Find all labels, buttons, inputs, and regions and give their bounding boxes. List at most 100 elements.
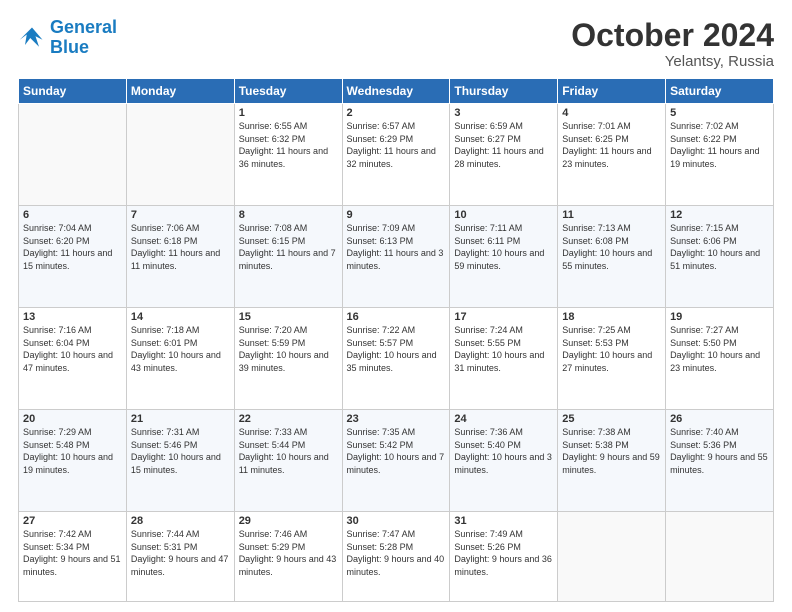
table-row: 27Sunrise: 7:42 AM Sunset: 5:34 PM Dayli… xyxy=(19,512,127,602)
day-number: 3 xyxy=(454,107,553,119)
day-info: Sunrise: 7:13 AM Sunset: 6:08 PM Dayligh… xyxy=(562,222,661,272)
day-number: 4 xyxy=(562,107,661,119)
day-info: Sunrise: 7:04 AM Sunset: 6:20 PM Dayligh… xyxy=(23,222,122,272)
day-number: 13 xyxy=(23,311,122,323)
table-row xyxy=(19,104,127,206)
table-row: 7Sunrise: 7:06 AM Sunset: 6:18 PM Daylig… xyxy=(126,206,234,308)
day-number: 30 xyxy=(347,515,446,527)
table-row: 25Sunrise: 7:38 AM Sunset: 5:38 PM Dayli… xyxy=(558,410,666,512)
table-row: 31Sunrise: 7:49 AM Sunset: 5:26 PM Dayli… xyxy=(450,512,558,602)
day-info: Sunrise: 6:59 AM Sunset: 6:27 PM Dayligh… xyxy=(454,120,553,170)
header: General Blue October 2024 Yelantsy, Russ… xyxy=(18,18,774,70)
day-number: 28 xyxy=(131,515,230,527)
table-row: 30Sunrise: 7:47 AM Sunset: 5:28 PM Dayli… xyxy=(342,512,450,602)
day-info: Sunrise: 7:22 AM Sunset: 5:57 PM Dayligh… xyxy=(347,324,446,374)
day-number: 15 xyxy=(239,311,338,323)
title-block: October 2024 Yelantsy, Russia xyxy=(571,18,774,70)
day-number: 17 xyxy=(454,311,553,323)
day-number: 16 xyxy=(347,311,446,323)
table-row: 3Sunrise: 6:59 AM Sunset: 6:27 PM Daylig… xyxy=(450,104,558,206)
col-wednesday: Wednesday xyxy=(342,79,450,104)
col-friday: Friday xyxy=(558,79,666,104)
day-number: 14 xyxy=(131,311,230,323)
day-info: Sunrise: 7:02 AM Sunset: 6:22 PM Dayligh… xyxy=(670,120,769,170)
day-number: 19 xyxy=(670,311,769,323)
col-saturday: Saturday xyxy=(666,79,774,104)
table-row: 1Sunrise: 6:55 AM Sunset: 6:32 PM Daylig… xyxy=(234,104,342,206)
table-row: 14Sunrise: 7:18 AM Sunset: 6:01 PM Dayli… xyxy=(126,308,234,410)
table-row: 6Sunrise: 7:04 AM Sunset: 6:20 PM Daylig… xyxy=(19,206,127,308)
table-row: 8Sunrise: 7:08 AM Sunset: 6:15 PM Daylig… xyxy=(234,206,342,308)
table-row: 16Sunrise: 7:22 AM Sunset: 5:57 PM Dayli… xyxy=(342,308,450,410)
table-row: 23Sunrise: 7:35 AM Sunset: 5:42 PM Dayli… xyxy=(342,410,450,512)
table-row: 28Sunrise: 7:44 AM Sunset: 5:31 PM Dayli… xyxy=(126,512,234,602)
table-row: 19Sunrise: 7:27 AM Sunset: 5:50 PM Dayli… xyxy=(666,308,774,410)
day-number: 5 xyxy=(670,107,769,119)
day-number: 1 xyxy=(239,107,338,119)
table-row: 18Sunrise: 7:25 AM Sunset: 5:53 PM Dayli… xyxy=(558,308,666,410)
table-row: 20Sunrise: 7:29 AM Sunset: 5:48 PM Dayli… xyxy=(19,410,127,512)
table-row: 9Sunrise: 7:09 AM Sunset: 6:13 PM Daylig… xyxy=(342,206,450,308)
day-number: 11 xyxy=(562,209,661,221)
day-info: Sunrise: 7:09 AM Sunset: 6:13 PM Dayligh… xyxy=(347,222,446,272)
table-row: 24Sunrise: 7:36 AM Sunset: 5:40 PM Dayli… xyxy=(450,410,558,512)
logo: General Blue xyxy=(18,18,117,58)
day-number: 22 xyxy=(239,413,338,425)
table-row: 15Sunrise: 7:20 AM Sunset: 5:59 PM Dayli… xyxy=(234,308,342,410)
page: General Blue October 2024 Yelantsy, Russ… xyxy=(0,0,792,612)
day-number: 24 xyxy=(454,413,553,425)
table-row: 10Sunrise: 7:11 AM Sunset: 6:11 PM Dayli… xyxy=(450,206,558,308)
table-row: 5Sunrise: 7:02 AM Sunset: 6:22 PM Daylig… xyxy=(666,104,774,206)
day-info: Sunrise: 7:15 AM Sunset: 6:06 PM Dayligh… xyxy=(670,222,769,272)
location: Yelantsy, Russia xyxy=(571,53,774,70)
day-number: 8 xyxy=(239,209,338,221)
table-row: 13Sunrise: 7:16 AM Sunset: 6:04 PM Dayli… xyxy=(19,308,127,410)
col-thursday: Thursday xyxy=(450,79,558,104)
day-info: Sunrise: 7:20 AM Sunset: 5:59 PM Dayligh… xyxy=(239,324,338,374)
day-info: Sunrise: 7:01 AM Sunset: 6:25 PM Dayligh… xyxy=(562,120,661,170)
day-number: 2 xyxy=(347,107,446,119)
table-row: 22Sunrise: 7:33 AM Sunset: 5:44 PM Dayli… xyxy=(234,410,342,512)
day-info: Sunrise: 7:16 AM Sunset: 6:04 PM Dayligh… xyxy=(23,324,122,374)
day-number: 31 xyxy=(454,515,553,527)
day-info: Sunrise: 7:35 AM Sunset: 5:42 PM Dayligh… xyxy=(347,426,446,476)
day-info: Sunrise: 7:42 AM Sunset: 5:34 PM Dayligh… xyxy=(23,528,122,578)
day-number: 10 xyxy=(454,209,553,221)
day-info: Sunrise: 7:06 AM Sunset: 6:18 PM Dayligh… xyxy=(131,222,230,272)
day-info: Sunrise: 7:11 AM Sunset: 6:11 PM Dayligh… xyxy=(454,222,553,272)
day-number: 21 xyxy=(131,413,230,425)
table-row xyxy=(666,512,774,602)
day-info: Sunrise: 7:38 AM Sunset: 5:38 PM Dayligh… xyxy=(562,426,661,476)
day-info: Sunrise: 6:57 AM Sunset: 6:29 PM Dayligh… xyxy=(347,120,446,170)
day-info: Sunrise: 7:27 AM Sunset: 5:50 PM Dayligh… xyxy=(670,324,769,374)
table-row: 11Sunrise: 7:13 AM Sunset: 6:08 PM Dayli… xyxy=(558,206,666,308)
table-row: 29Sunrise: 7:46 AM Sunset: 5:29 PM Dayli… xyxy=(234,512,342,602)
day-info: Sunrise: 7:29 AM Sunset: 5:48 PM Dayligh… xyxy=(23,426,122,476)
day-info: Sunrise: 7:40 AM Sunset: 5:36 PM Dayligh… xyxy=(670,426,769,476)
day-number: 23 xyxy=(347,413,446,425)
table-row: 2Sunrise: 6:57 AM Sunset: 6:29 PM Daylig… xyxy=(342,104,450,206)
day-number: 27 xyxy=(23,515,122,527)
day-info: Sunrise: 7:36 AM Sunset: 5:40 PM Dayligh… xyxy=(454,426,553,476)
day-number: 26 xyxy=(670,413,769,425)
day-info: Sunrise: 7:47 AM Sunset: 5:28 PM Dayligh… xyxy=(347,528,446,578)
day-info: Sunrise: 6:55 AM Sunset: 6:32 PM Dayligh… xyxy=(239,120,338,170)
col-monday: Monday xyxy=(126,79,234,104)
calendar-table: Sunday Monday Tuesday Wednesday Thursday… xyxy=(18,78,774,602)
table-row xyxy=(558,512,666,602)
table-row xyxy=(126,104,234,206)
day-info: Sunrise: 7:18 AM Sunset: 6:01 PM Dayligh… xyxy=(131,324,230,374)
calendar-header-row: Sunday Monday Tuesday Wednesday Thursday… xyxy=(19,79,774,104)
table-row: 12Sunrise: 7:15 AM Sunset: 6:06 PM Dayli… xyxy=(666,206,774,308)
col-tuesday: Tuesday xyxy=(234,79,342,104)
day-info: Sunrise: 7:46 AM Sunset: 5:29 PM Dayligh… xyxy=(239,528,338,578)
day-number: 25 xyxy=(562,413,661,425)
day-number: 7 xyxy=(131,209,230,221)
month-title: October 2024 xyxy=(571,18,774,53)
col-sunday: Sunday xyxy=(19,79,127,104)
day-number: 9 xyxy=(347,209,446,221)
logo-text: General Blue xyxy=(50,18,117,58)
day-number: 6 xyxy=(23,209,122,221)
day-info: Sunrise: 7:24 AM Sunset: 5:55 PM Dayligh… xyxy=(454,324,553,374)
day-info: Sunrise: 7:08 AM Sunset: 6:15 PM Dayligh… xyxy=(239,222,338,272)
